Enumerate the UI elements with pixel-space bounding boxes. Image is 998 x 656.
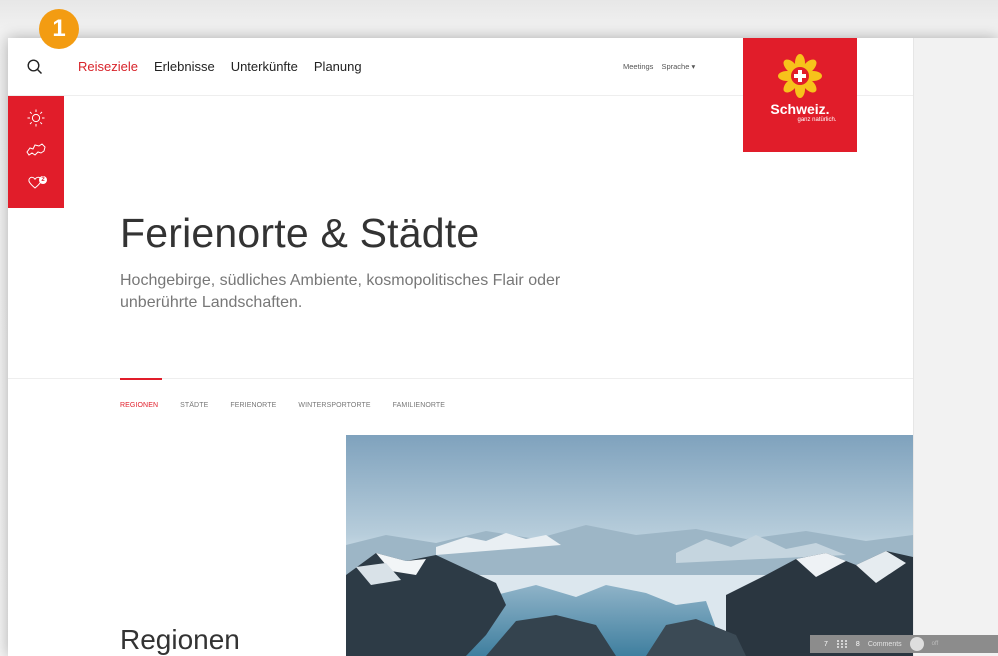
map-button[interactable]	[25, 140, 47, 160]
edelweiss-icon	[778, 54, 822, 98]
search-button[interactable]	[26, 58, 44, 76]
schweiz-logo[interactable]: Schweiz. ganz natürlich.	[743, 38, 857, 152]
regionen-hero-image[interactable]	[346, 435, 913, 656]
nav-item-unterkuenfte[interactable]: Unterkünfte	[231, 59, 298, 74]
side-toolbar: 2	[8, 96, 64, 208]
tab-familienorte[interactable]: FAMILIENORTE	[393, 402, 445, 409]
page-number-a[interactable]: 7	[824, 641, 828, 648]
mountain-lake-image	[346, 435, 913, 656]
meta-nav: Meetings Sprache ▾	[623, 62, 695, 71]
nav-item-planung[interactable]: Planung	[314, 59, 362, 74]
search-icon	[27, 59, 43, 75]
section-title: Regionen	[120, 624, 240, 655]
review-toolbar: 7 8 Comments off	[810, 635, 998, 653]
page-subtitle: Hochgebirge, südliches Ambiente, kosmopo…	[120, 272, 561, 311]
step-badge: 1	[39, 9, 79, 49]
tab-staedte[interactable]: STÄDTE	[180, 402, 208, 409]
logo-tagline: ganz natürlich.	[797, 117, 837, 123]
main-nav: Reiseziele Erlebnisse Unterkünfte Planun…	[78, 59, 362, 74]
category-tabs: REGIONEN STÄDTE FERIENORTE WINTERSPORTOR…	[120, 402, 445, 409]
page-number-b[interactable]: 8	[856, 641, 860, 648]
tab-regionen[interactable]: REGIONEN	[120, 402, 158, 409]
browser-page: Reiseziele Erlebnisse Unterkünfte Planun…	[8, 38, 998, 656]
active-tab-indicator	[120, 378, 162, 380]
language-dropdown[interactable]: Sprache ▾	[661, 62, 695, 71]
nav-item-erlebnisse[interactable]: Erlebnisse	[154, 59, 215, 74]
tab-wintersportorte[interactable]: WINTERSPORTORTE	[298, 402, 370, 409]
tab-ferienorte[interactable]: FERIENORTE	[230, 402, 276, 409]
meetings-link[interactable]: Meetings	[623, 62, 653, 71]
page-gutter	[913, 38, 998, 656]
sun-icon	[27, 109, 45, 127]
comments-toggle-state: off	[931, 641, 939, 647]
comments-label[interactable]: Comments	[868, 641, 902, 648]
page-title: Ferienorte & Städte	[120, 210, 480, 256]
grid-icon[interactable]	[836, 639, 848, 649]
nav-item-reiseziele[interactable]: Reiseziele	[78, 59, 138, 74]
switzerland-map-icon	[26, 143, 46, 156]
weather-button[interactable]	[25, 108, 47, 128]
favorites-count-badge: 2	[39, 176, 47, 184]
comments-toggle[interactable]	[909, 637, 924, 651]
logo-wordmark: Schweiz.	[770, 101, 830, 117]
